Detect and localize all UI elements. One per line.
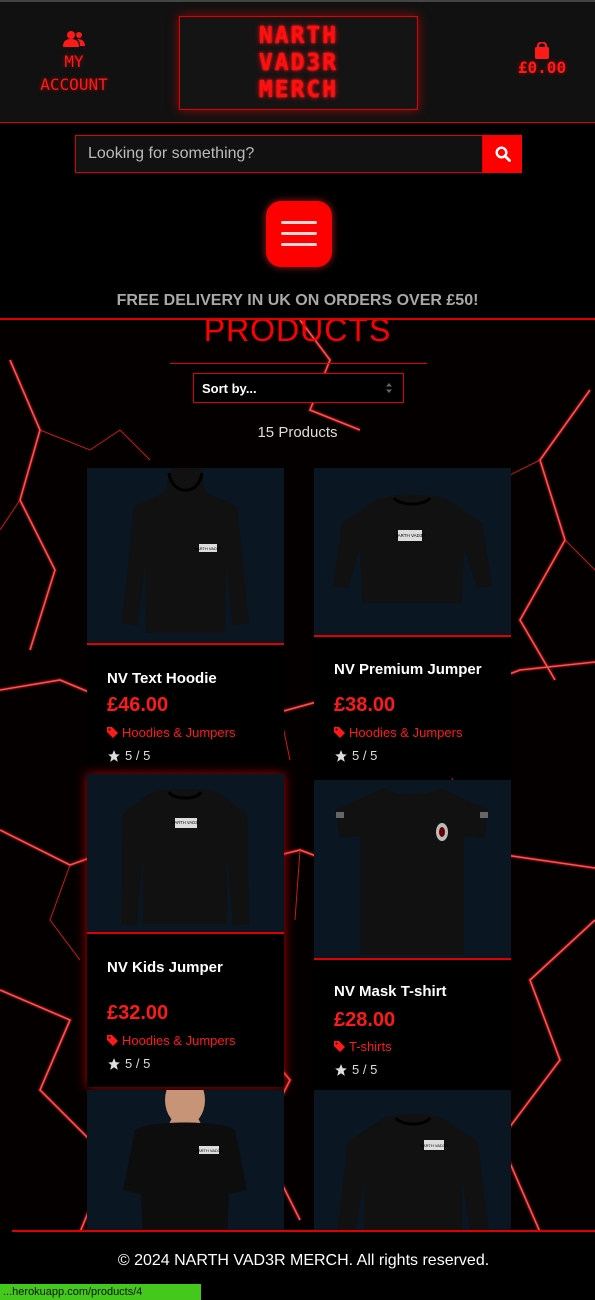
kids-jumper-image: NARTH VAD3R bbox=[121, 788, 249, 926]
search-form bbox=[75, 135, 522, 173]
browser-status-url: ...herokuapp.com/products/4 bbox=[0, 1284, 201, 1300]
cart-total: £0.00 bbox=[517, 58, 567, 77]
jumper-image: NARTH VAD3R bbox=[333, 494, 492, 603]
page-title: PRODUCTS bbox=[203, 318, 392, 348]
product-price: £38.00 bbox=[334, 694, 396, 716]
product-image: NARTH VAD3R bbox=[87, 1090, 284, 1230]
product-price: £32.00 bbox=[107, 1002, 169, 1024]
svg-text:NARTH VAD3R: NARTH VAD3R bbox=[195, 1148, 223, 1153]
tshirt-image bbox=[335, 788, 489, 955]
product-category[interactable]: Hoodies & Jumpers bbox=[107, 725, 235, 740]
star-icon bbox=[335, 749, 347, 762]
product-image: NARTH VAD3R bbox=[87, 468, 284, 645]
star-icon bbox=[108, 1057, 120, 1070]
product-image: NARTH VAD3R bbox=[314, 1090, 511, 1230]
product-name: NV Mask T-shirt bbox=[334, 983, 447, 1000]
star-icon bbox=[108, 749, 120, 762]
product-name: NV Text Hoodie bbox=[107, 670, 217, 687]
product-count: 15 Products bbox=[257, 424, 338, 441]
search-icon bbox=[494, 146, 511, 162]
site-header: MY ACCOUNT NARTH VAD3R MERCH £0.00 bbox=[0, 2, 595, 123]
title-divider bbox=[170, 363, 427, 364]
product-category-label: Hoodies & Jumpers bbox=[122, 1033, 236, 1048]
product-card[interactable]: NARTH VAD3R NV Premium Jumper £38.00 Hoo… bbox=[314, 468, 511, 778]
product-rating-value: 5 / 5 bbox=[125, 748, 151, 763]
product-card[interactable]: NARTH VAD3R NV Text Hoodie £46.00 Hoodie… bbox=[87, 468, 284, 774]
select-arrows-icon bbox=[386, 383, 392, 393]
product-rating: 5 / 5 bbox=[334, 748, 377, 763]
svg-text:NARTH VAD3R: NARTH VAD3R bbox=[394, 533, 426, 538]
product-price: £46.00 bbox=[107, 694, 169, 716]
longsleeve-image: NARTH VAD3R bbox=[337, 1114, 489, 1230]
shopping-bag-icon bbox=[535, 42, 549, 59]
product-price: £28.00 bbox=[334, 1009, 396, 1031]
search-button[interactable] bbox=[483, 135, 522, 173]
logo-line-2: VAD3R bbox=[258, 50, 339, 76]
product-category-label: Hoodies & Jumpers bbox=[122, 725, 236, 740]
product-card[interactable]: NV Mask T-shirt £28.00 T-shirts 5 / 5 bbox=[314, 780, 511, 1090]
svg-text:NARTH VAD3R: NARTH VAD3R bbox=[420, 1143, 448, 1148]
search-input[interactable] bbox=[75, 135, 483, 173]
tag-icon bbox=[107, 727, 118, 738]
product-rating: 5 / 5 bbox=[107, 748, 150, 763]
my-account-link[interactable]: MY ACCOUNT bbox=[22, 30, 126, 96]
account-label-line1: MY bbox=[64, 52, 84, 71]
product-category[interactable]: T-shirts bbox=[334, 1039, 392, 1054]
tag-icon bbox=[107, 1035, 118, 1046]
sort-label: Sort by... bbox=[202, 381, 257, 396]
svg-text:NARTH VAD3R: NARTH VAD3R bbox=[194, 546, 222, 551]
product-category[interactable]: Hoodies & Jumpers bbox=[334, 725, 462, 740]
free-delivery-banner: FREE DELIVERY IN UK ON ORDERS OVER £50! bbox=[116, 292, 479, 309]
product-category-label: T-shirts bbox=[349, 1039, 392, 1054]
shopping-bag-link[interactable]: £0.00 bbox=[508, 42, 576, 77]
product-rating: 5 / 5 bbox=[334, 1062, 377, 1077]
product-rating-value: 5 / 5 bbox=[352, 748, 378, 763]
product-name: NV Kids Jumper bbox=[107, 959, 223, 976]
menu-toggle-button[interactable] bbox=[266, 201, 332, 267]
sort-select[interactable]: Sort by... bbox=[193, 373, 404, 403]
logo-line-3: MERCH bbox=[258, 77, 339, 103]
product-rating-value: 5 / 5 bbox=[352, 1062, 378, 1077]
logo-line-1: NARTH bbox=[258, 23, 339, 49]
product-rating-value: 5 / 5 bbox=[125, 1056, 151, 1071]
product-name: NV Premium Jumper bbox=[334, 661, 482, 678]
copyright-text: © 2024 NARTH VAD3R MERCH. All rights res… bbox=[117, 1252, 490, 1269]
account-label-line2: ACCOUNT bbox=[40, 75, 108, 94]
product-category-label: Hoodies & Jumpers bbox=[349, 725, 463, 740]
product-category[interactable]: Hoodies & Jumpers bbox=[107, 1033, 235, 1048]
product-image: NARTH VAD3R bbox=[314, 468, 511, 637]
hoodie-image: NARTH VAD3R bbox=[122, 468, 249, 633]
model-tshirt-image: NARTH VAD3R bbox=[123, 1090, 247, 1230]
product-card[interactable]: NARTH VAD3R bbox=[87, 1090, 284, 1230]
svg-text:NARTH VAD3R: NARTH VAD3R bbox=[171, 820, 200, 825]
product-card[interactable]: NARTH VAD3R bbox=[314, 1090, 511, 1230]
tag-icon bbox=[334, 727, 345, 738]
product-image bbox=[314, 780, 511, 960]
product-rating: 5 / 5 bbox=[107, 1056, 150, 1071]
products-section: PRODUCTS Sort by... 15 Products NARTH VA… bbox=[0, 318, 595, 1230]
site-logo[interactable]: NARTH VAD3R MERCH bbox=[179, 16, 418, 110]
users-icon bbox=[63, 31, 85, 47]
product-card[interactable]: NARTH VAD3R NV Kids Jumper £32.00 Hoodie… bbox=[87, 774, 284, 1087]
tag-icon bbox=[334, 1041, 345, 1052]
product-image: NARTH VAD3R bbox=[87, 774, 284, 934]
star-icon bbox=[335, 1063, 347, 1076]
